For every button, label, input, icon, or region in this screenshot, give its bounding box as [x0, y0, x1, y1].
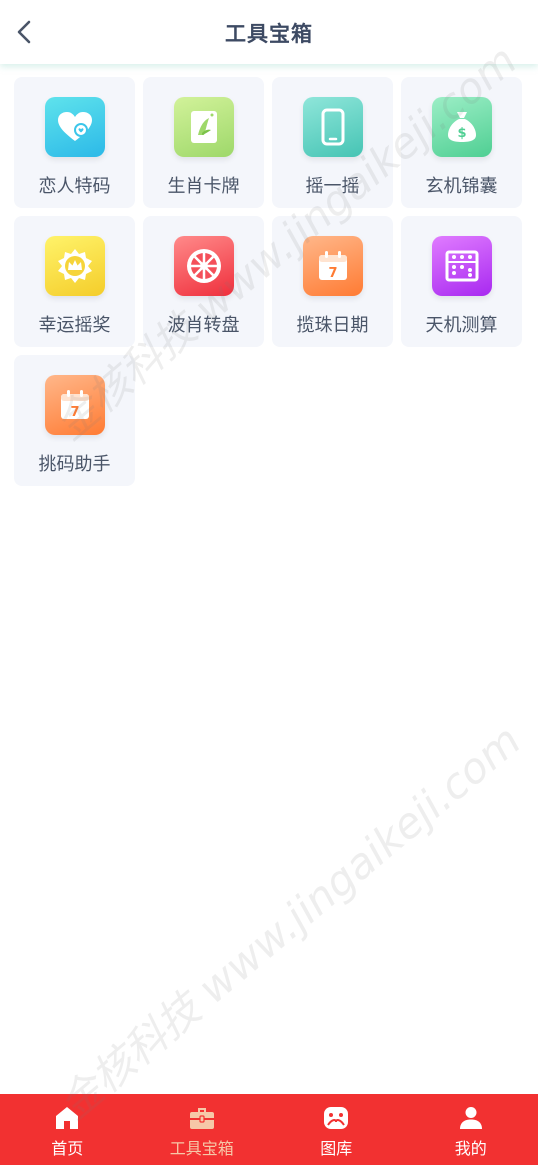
tool-tile-zodiac-cards[interactable]: 生肖卡牌 [143, 77, 264, 208]
abacus-icon [432, 236, 492, 296]
tab-label: 首页 [51, 1139, 84, 1158]
tool-box-page: 工具宝箱 恋人特码 生肖卡牌 摇一摇 $ 玄机锦囊 幸运摇奖 波肖转盘 7 揽珠… [0, 0, 538, 1165]
tab-toolbox[interactable]: 工具宝箱 [135, 1094, 270, 1165]
tool-label: 摇一摇 [305, 176, 360, 197]
tool-label: 生肖卡牌 [167, 176, 240, 197]
bottom-tab-bar: 首页 工具宝箱 图库 我的 [0, 1094, 538, 1165]
phone-icon [303, 97, 363, 157]
tab-mine[interactable]: 我的 [404, 1094, 538, 1165]
crown-badge-icon [45, 236, 105, 296]
tool-tile-pick-code[interactable]: 7 挑码助手 [14, 355, 135, 486]
card-icon [174, 97, 234, 157]
tool-label: 恋人特码 [38, 176, 111, 197]
gallery-icon [323, 1105, 349, 1131]
tool-tile-lucky-draw[interactable]: 幸运摇奖 [14, 216, 135, 347]
home-icon [54, 1105, 80, 1131]
watermark: 金核科技 www.jingaikeji.com [49, 715, 530, 1130]
tab-home[interactable]: 首页 [0, 1094, 135, 1165]
tool-label: 揽珠日期 [296, 315, 369, 336]
toolbox-icon [189, 1105, 215, 1131]
tool-tile-shake[interactable]: 摇一摇 [272, 77, 393, 208]
svg-text:$: $ [457, 126, 466, 141]
tool-label: 玄机锦囊 [425, 176, 498, 197]
tool-tile-secret-pouch[interactable]: $ 玄机锦囊 [401, 77, 522, 208]
tab-label: 我的 [454, 1139, 487, 1158]
svg-text:7: 7 [328, 266, 337, 281]
heart-icon [45, 97, 105, 157]
tool-label: 幸运摇奖 [38, 315, 111, 336]
money-bag-icon: $ [432, 97, 492, 157]
tab-gallery[interactable]: 图库 [269, 1094, 404, 1165]
tool-label: 波肖转盘 [167, 315, 240, 336]
calendar-icon: 7 [45, 375, 105, 435]
page-title: 工具宝箱 [225, 22, 313, 46]
calendar-icon: 7 [303, 236, 363, 296]
top-nav-bar: 工具宝箱 [0, 0, 538, 64]
tool-tile-wheel[interactable]: 波肖转盘 [143, 216, 264, 347]
tools-grid: 恋人特码 生肖卡牌 摇一摇 $ 玄机锦囊 幸运摇奖 波肖转盘 7 揽珠日期 天机… [14, 77, 524, 486]
tool-tile-ball-date[interactable]: 7 揽珠日期 [272, 216, 393, 347]
svg-text:7: 7 [70, 405, 79, 420]
tab-label: 工具宝箱 [169, 1139, 234, 1158]
tool-label: 天机测算 [425, 315, 498, 336]
tool-tile-fortune-calc[interactable]: 天机测算 [401, 216, 522, 347]
tool-tile-lover-code[interactable]: 恋人特码 [14, 77, 135, 208]
wheel-icon [174, 236, 234, 296]
tool-label: 挑码助手 [38, 454, 111, 475]
tab-label: 图库 [320, 1139, 353, 1158]
user-icon [458, 1105, 484, 1131]
